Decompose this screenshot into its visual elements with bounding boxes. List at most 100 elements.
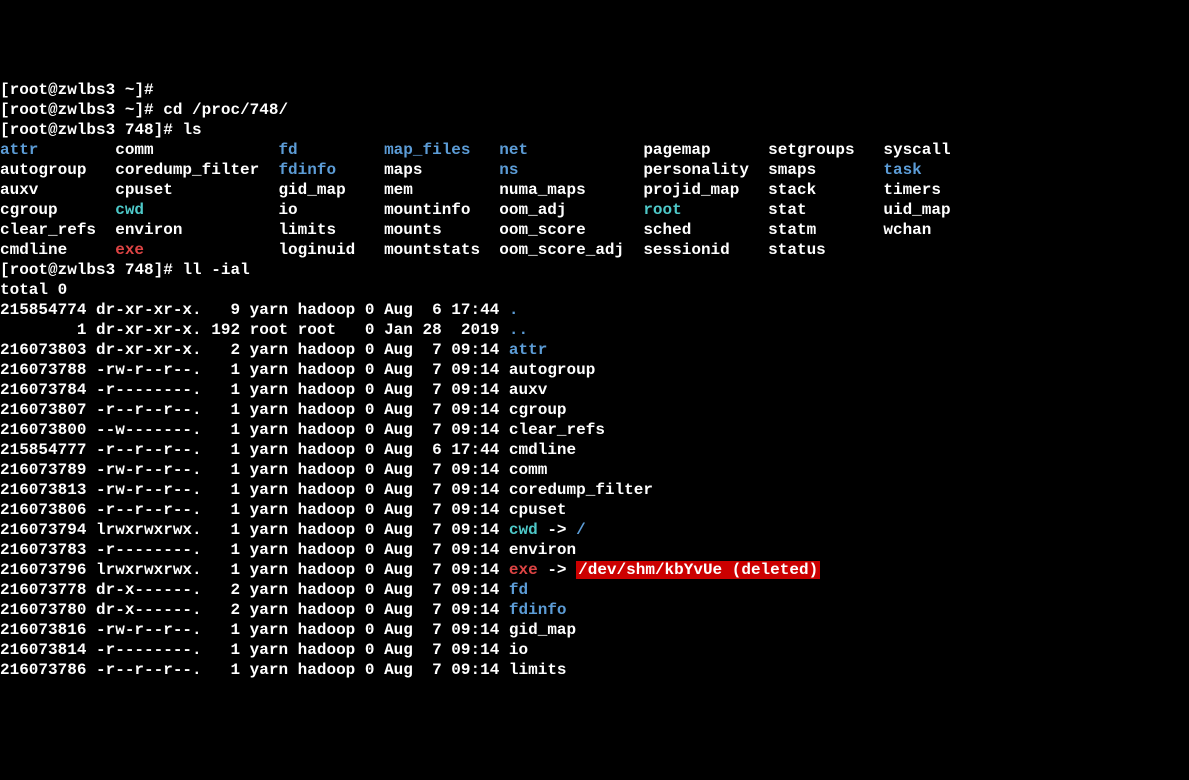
file-name: cpuset: [509, 501, 567, 519]
file-name: io: [509, 641, 528, 659]
ls-entry: projid_map: [643, 181, 768, 199]
ls-entry: environ: [115, 221, 278, 239]
ls-entry: map_files: [384, 141, 499, 159]
file-row: 215854774 dr-xr-xr-x. 9 yarn hadoop 0 Au…: [0, 300, 1189, 320]
link-target: /: [576, 521, 586, 539]
ls-entry: mounts: [384, 221, 499, 239]
ls-entry: statm: [768, 221, 883, 239]
file-name: comm: [509, 461, 547, 479]
ls-entry: oom_score: [499, 221, 643, 239]
file-row: 216073796 lrwxrwxrwx. 1 yarn hadoop 0 Au…: [0, 560, 1189, 580]
ls-entry: autogroup: [0, 161, 115, 179]
terminal-output[interactable]: [root@zwlbs3 ~]#[root@zwlbs3 ~]# cd /pro…: [0, 80, 1189, 680]
ls-entry: setgroups: [768, 141, 883, 159]
file-name: fd: [509, 581, 528, 599]
prompt-line: [root@zwlbs3 ~]# cd /proc/748/: [0, 100, 1189, 120]
file-name: fdinfo: [509, 601, 567, 619]
total-line: total 0: [0, 280, 1189, 300]
ls-entry: cwd: [115, 201, 278, 219]
ls-row: autogroup coredump_filter fdinfo maps ns…: [0, 160, 1189, 180]
file-name: cmdline: [509, 441, 576, 459]
file-row: 216073794 lrwxrwxrwx. 1 yarn hadoop 0 Au…: [0, 520, 1189, 540]
file-name: ..: [509, 321, 528, 339]
prompt-line: [root@zwlbs3 748]# ll -ial: [0, 260, 1189, 280]
ls-entry: smaps: [768, 161, 883, 179]
file-row: 216073806 -r--r--r--. 1 yarn hadoop 0 Au…: [0, 500, 1189, 520]
file-row: 216073816 -rw-r--r--. 1 yarn hadoop 0 Au…: [0, 620, 1189, 640]
file-row: 216073784 -r--------. 1 yarn hadoop 0 Au…: [0, 380, 1189, 400]
file-name: auxv: [509, 381, 547, 399]
ls-entry: exe: [115, 241, 278, 259]
ls-row: cgroup cwd io mountinfo oom_adj root sta…: [0, 200, 1189, 220]
ls-entry: cgroup: [0, 201, 115, 219]
file-name: gid_map: [509, 621, 576, 639]
file-name: autogroup: [509, 361, 595, 379]
ls-entry: status: [768, 241, 883, 259]
file-row: 216073778 dr-x------. 2 yarn hadoop 0 Au…: [0, 580, 1189, 600]
ls-entry: syscall: [883, 141, 960, 159]
ls-entry: fd: [278, 141, 384, 159]
file-name: clear_refs: [509, 421, 605, 439]
link-target: /dev/shm/kbYvUe (deleted): [576, 561, 820, 579]
ls-entry: comm: [115, 141, 278, 159]
file-name: exe: [509, 561, 538, 579]
ls-entry: clear_refs: [0, 221, 115, 239]
file-name: cwd: [509, 521, 538, 539]
file-name: coredump_filter: [509, 481, 653, 499]
file-row: 216073814 -r--------. 1 yarn hadoop 0 Au…: [0, 640, 1189, 660]
ls-row: clear_refs environ limits mounts oom_sco…: [0, 220, 1189, 240]
ls-entry: io: [278, 201, 384, 219]
ls-entry: gid_map: [278, 181, 384, 199]
ls-entry: coredump_filter: [115, 161, 278, 179]
ls-entry: sched: [643, 221, 768, 239]
file-row: 216073788 -rw-r--r--. 1 yarn hadoop 0 Au…: [0, 360, 1189, 380]
ls-entry: maps: [384, 161, 499, 179]
ls-entry: limits: [278, 221, 384, 239]
ls-entry: oom_score_adj: [499, 241, 643, 259]
prompt-line: [root@zwlbs3 ~]#: [0, 80, 1189, 100]
file-row: 216073803 dr-xr-xr-x. 2 yarn hadoop 0 Au…: [0, 340, 1189, 360]
file-row: 216073786 -r--r--r--. 1 yarn hadoop 0 Au…: [0, 660, 1189, 680]
ls-entry: sessionid: [643, 241, 768, 259]
file-row: 216073783 -r--------. 1 yarn hadoop 0 Au…: [0, 540, 1189, 560]
ls-entry: task: [883, 161, 960, 179]
ls-entry: wchan: [883, 221, 960, 239]
file-name: environ: [509, 541, 576, 559]
ls-entry: fdinfo: [278, 161, 384, 179]
ls-entry: auxv: [0, 181, 115, 199]
ls-entry: cpuset: [115, 181, 278, 199]
ls-entry: stack: [768, 181, 883, 199]
file-name: cgroup: [509, 401, 567, 419]
ls-row: auxv cpuset gid_map mem numa_maps projid…: [0, 180, 1189, 200]
ls-entry: mountinfo: [384, 201, 499, 219]
ls-entry: numa_maps: [499, 181, 643, 199]
file-row: 1 dr-xr-xr-x. 192 root root 0 Jan 28 201…: [0, 320, 1189, 340]
ls-entry: mem: [384, 181, 499, 199]
ls-entry: mountstats: [384, 241, 499, 259]
ls-entry: pagemap: [643, 141, 768, 159]
ls-entry: cmdline: [0, 241, 115, 259]
file-name: attr: [509, 341, 547, 359]
ls-entry: attr: [0, 141, 115, 159]
file-row: 216073800 --w-------. 1 yarn hadoop 0 Au…: [0, 420, 1189, 440]
ls-entry: ns: [499, 161, 643, 179]
ls-entry: net: [499, 141, 643, 159]
ls-entry: personality: [643, 161, 768, 179]
file-row: 216073780 dr-x------. 2 yarn hadoop 0 Au…: [0, 600, 1189, 620]
file-row: 216073813 -rw-r--r--. 1 yarn hadoop 0 Au…: [0, 480, 1189, 500]
ls-entry: timers: [883, 181, 960, 199]
ls-row: attr comm fd map_files net pagemap setgr…: [0, 140, 1189, 160]
ls-entry: loginuid: [278, 241, 384, 259]
ls-entry: stat: [768, 201, 883, 219]
file-name: limits: [509, 661, 567, 679]
ls-row: cmdline exe loginuid mountstats oom_scor…: [0, 240, 1189, 260]
prompt-line: [root@zwlbs3 748]# ls: [0, 120, 1189, 140]
file-name: .: [509, 301, 519, 319]
ls-entry: [883, 241, 960, 259]
file-row: 216073807 -r--r--r--. 1 yarn hadoop 0 Au…: [0, 400, 1189, 420]
ls-entry: uid_map: [883, 201, 960, 219]
ls-entry: root: [643, 201, 768, 219]
file-row: 215854777 -r--r--r--. 1 yarn hadoop 0 Au…: [0, 440, 1189, 460]
ls-entry: oom_adj: [499, 201, 643, 219]
file-row: 216073789 -rw-r--r--. 1 yarn hadoop 0 Au…: [0, 460, 1189, 480]
